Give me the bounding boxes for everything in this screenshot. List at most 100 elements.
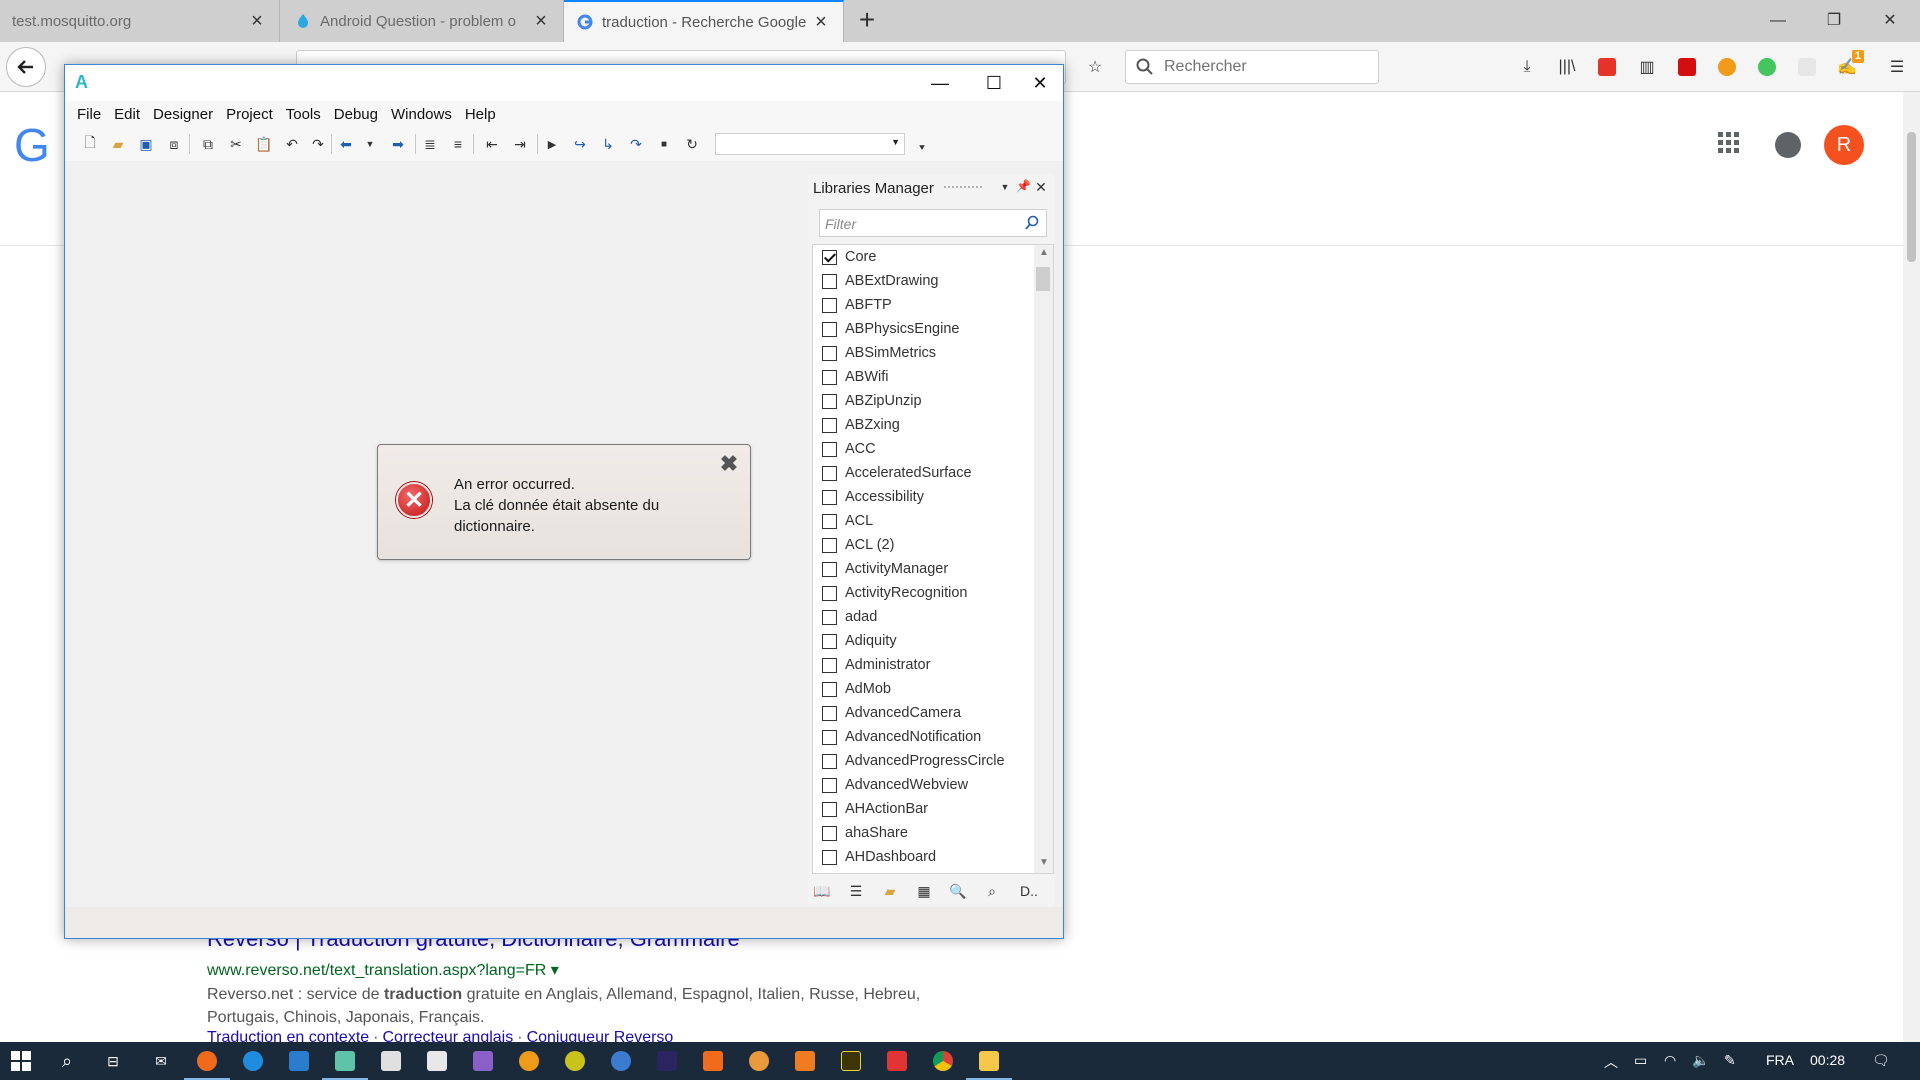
paste-icon[interactable]: 📋 xyxy=(255,135,273,153)
library-item[interactable]: ABZipUnzip xyxy=(813,389,1053,413)
scrollbar-thumb[interactable] xyxy=(1907,132,1916,262)
tab-layout-icon[interactable]: ▦ xyxy=(914,881,934,901)
volume-icon[interactable]: 🔈 xyxy=(1692,1052,1709,1069)
menu-project[interactable]: Project xyxy=(226,101,282,127)
menu-windows[interactable]: Windows xyxy=(391,101,461,127)
animate-icon[interactable] xyxy=(652,1046,682,1076)
library-checkbox[interactable] xyxy=(822,825,837,841)
ide-maximize-button[interactable]: ☐ xyxy=(971,68,1017,98)
library-checkbox[interactable] xyxy=(822,705,837,721)
tab-mosquitto[interactable]: test.mosquitto.org × xyxy=(0,0,280,42)
library-filter-input[interactable]: Filter xyxy=(819,209,1047,237)
library-item[interactable]: Administrator xyxy=(813,653,1053,677)
b4a-icon[interactable] xyxy=(322,1046,368,1080)
restore-button[interactable]: ❐ xyxy=(1814,6,1854,36)
file-explorer-icon[interactable] xyxy=(966,1046,1012,1080)
save-icon[interactable]: ▣ xyxy=(137,135,155,153)
library-item[interactable]: adad xyxy=(813,605,1053,629)
tab-more[interactable]: D.. xyxy=(1016,881,1042,901)
dropdown-arrow-icon[interactable]: ▾ xyxy=(551,962,559,979)
library-checkbox[interactable] xyxy=(822,417,837,433)
sublime-icon[interactable] xyxy=(790,1046,820,1076)
library-item[interactable]: Adiquity xyxy=(813,629,1053,653)
export-icon[interactable]: ⧈ xyxy=(165,135,183,153)
library-checkbox[interactable] xyxy=(822,753,837,769)
library-checkbox[interactable] xyxy=(822,585,837,601)
minimize-button[interactable]: — xyxy=(1758,6,1798,36)
library-item[interactable]: ACL (2) xyxy=(813,533,1053,557)
outdent-icon[interactable]: ⇤ xyxy=(483,135,501,153)
clock[interactable]: 00:28 xyxy=(1810,1052,1845,1068)
menu-debug[interactable]: Debug xyxy=(334,101,387,127)
library-checkbox[interactable] xyxy=(822,297,837,313)
menu-designer[interactable]: Designer xyxy=(153,101,222,127)
library-item[interactable]: ahaShare xyxy=(813,821,1053,845)
open-folder-icon[interactable]: ▰ xyxy=(109,135,127,153)
back-button[interactable] xyxy=(6,47,46,87)
library-checkbox[interactable] xyxy=(822,393,837,409)
firefox-icon[interactable] xyxy=(184,1046,230,1080)
library-checkbox[interactable] xyxy=(822,609,837,625)
account-avatar[interactable]: R xyxy=(1824,125,1864,165)
navigate-back-icon[interactable]: ⬅ xyxy=(337,135,355,153)
pen-icon[interactable]: ✎ xyxy=(1724,1052,1736,1069)
input-language[interactable]: FRA xyxy=(1766,1052,1794,1068)
library-checkbox[interactable] xyxy=(822,801,837,817)
library-item[interactable]: ABPhysicsEngine xyxy=(813,317,1053,341)
show-hidden-icons[interactable]: ︿ xyxy=(1604,1052,1618,1072)
library-checkbox[interactable] xyxy=(822,657,837,673)
pocket-icon[interactable] xyxy=(1676,56,1698,78)
library-checkbox[interactable] xyxy=(822,849,837,865)
app-red-icon[interactable] xyxy=(882,1046,912,1076)
whatsapp-icon[interactable] xyxy=(1756,56,1778,78)
muse-icon[interactable] xyxy=(836,1046,866,1076)
apps-grid-icon[interactable] xyxy=(1718,132,1740,154)
step-over-icon[interactable]: ↪ xyxy=(571,135,589,153)
b4i-icon[interactable] xyxy=(422,1046,452,1076)
library-list-scrollbar[interactable]: ▲ ▼ xyxy=(1034,245,1053,873)
library-checkbox[interactable] xyxy=(822,681,837,697)
library-item[interactable]: AcceleratedSurface xyxy=(813,461,1053,485)
close-icon[interactable]: × xyxy=(247,10,267,33)
screenshot-icon[interactable] xyxy=(1596,56,1618,78)
notifications-icon[interactable] xyxy=(1775,132,1801,158)
copy-icon[interactable]: ⧉ xyxy=(199,135,217,153)
library-item[interactable]: ACC xyxy=(813,437,1053,461)
ide-title-bar[interactable]: A — ☐ ✕ xyxy=(65,65,1063,101)
library-item[interactable]: Core xyxy=(813,245,1053,269)
extension-orange-icon[interactable] xyxy=(1716,56,1738,78)
windows-start-icon[interactable] xyxy=(6,1046,36,1076)
panel-close-icon[interactable]: ✕ xyxy=(1034,179,1048,195)
library-item[interactable]: ABFTP xyxy=(813,293,1053,317)
step-out-icon[interactable]: ↷ xyxy=(627,135,645,153)
library-item[interactable]: AdvancedProgressCircle xyxy=(813,749,1053,773)
library-item[interactable]: AdvancedCamera xyxy=(813,701,1053,725)
library-item[interactable]: AdvancedNotification xyxy=(813,725,1053,749)
app-yellow-icon[interactable] xyxy=(560,1046,590,1076)
google-logo[interactable]: G xyxy=(14,118,50,172)
tab-book-icon[interactable]: 📖 xyxy=(812,881,832,901)
library-checkbox[interactable] xyxy=(822,441,837,457)
xampp-icon[interactable] xyxy=(698,1046,728,1076)
battery-icon[interactable]: ▭ xyxy=(1634,1052,1647,1069)
uncomment-block-icon[interactable]: ≡ xyxy=(449,135,467,153)
close-window-button[interactable]: ✕ xyxy=(1870,6,1910,36)
comment-block-icon[interactable]: ≣ xyxy=(421,135,439,153)
cut-icon[interactable]: ✂ xyxy=(227,135,245,153)
vscode-icon[interactable] xyxy=(284,1046,314,1076)
scrollbar-thumb[interactable] xyxy=(1036,267,1050,291)
run-icon[interactable]: ▶ xyxy=(543,135,561,153)
library-checkbox[interactable] xyxy=(822,249,837,265)
undo-icon[interactable]: ↶ xyxy=(283,135,301,153)
ide-close-button[interactable]: ✕ xyxy=(1017,68,1063,98)
extension-grey-icon[interactable] xyxy=(1796,56,1818,78)
tab-android-question[interactable]: Android Question - problem o × xyxy=(282,0,564,42)
redo-icon[interactable]: ↷ xyxy=(309,135,327,153)
library-icon[interactable]: |||\ xyxy=(1556,56,1578,78)
menu-edit[interactable]: Edit xyxy=(114,101,149,127)
pin-icon[interactable]: 📌 xyxy=(1016,179,1031,195)
b4j-icon[interactable] xyxy=(376,1046,406,1076)
library-checkbox[interactable] xyxy=(822,633,837,649)
restart-icon[interactable]: ↻ xyxy=(683,135,701,153)
library-item[interactable]: ABSimMetrics xyxy=(813,341,1053,365)
